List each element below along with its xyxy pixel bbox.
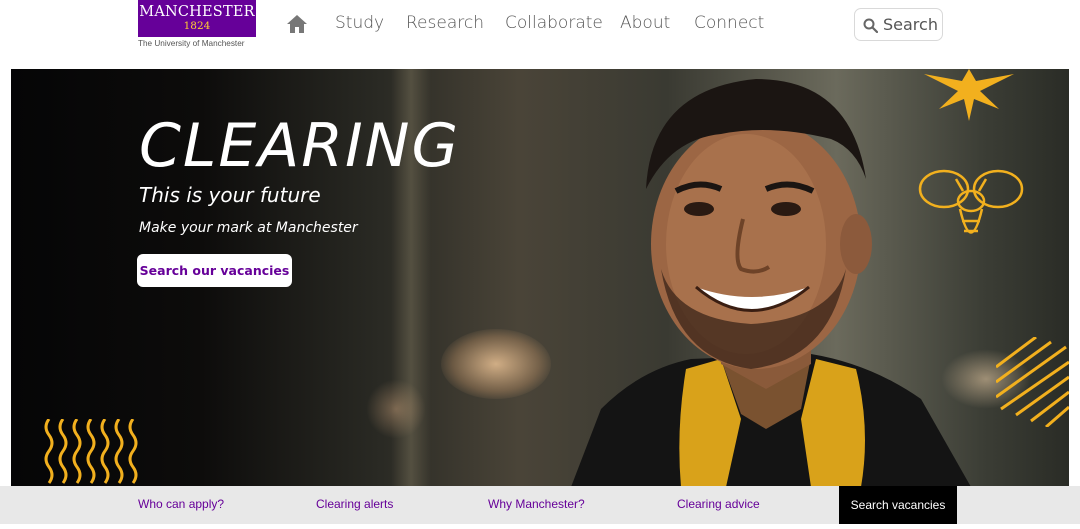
nav-study[interactable]: Study [335,13,384,33]
bee-icon [918,169,1024,234]
hero-tagline: Make your mark at Manchester [139,220,358,236]
subnav-why-manchester[interactable]: Why Manchester? [488,497,585,511]
nav-collaborate[interactable]: Collaborate [505,13,603,33]
logo-word: MANCHESTER [139,4,255,20]
subnav-who-can-apply[interactable]: Who can apply? [138,497,224,511]
clearing-subnav: Who can apply? Clearing alerts Why Manch… [0,486,1080,524]
university-logo[interactable]: MANCHESTER 1824 The University of Manche… [138,0,258,52]
background-light [366,379,426,439]
logo-subtitle: The University of Manchester [138,39,245,48]
nav-connect[interactable]: Connect [694,13,764,33]
search-label: Search [883,15,938,34]
nav-about[interactable]: About [620,13,670,33]
search-icon [863,18,878,33]
logo-wordmark: MANCHESTER 1824 [138,0,256,37]
hero-subtitle: This is your future [139,183,321,207]
nav-research[interactable]: Research [406,13,484,33]
subnav-search-vacancies[interactable]: Search vacancies [839,486,957,524]
hero-photo-student [571,79,971,487]
hero-banner: CLEARING This is your future Make your m… [11,69,1069,487]
star-decoration-icon [924,69,1014,121]
hero-title: CLEARING [139,111,461,181]
subnav-clearing-alerts[interactable]: Clearing alerts [316,497,393,511]
logo-year: 1824 [183,20,211,32]
subnav-clearing-advice[interactable]: Clearing advice [677,497,760,511]
site-header: MANCHESTER 1824 The University of Manche… [0,0,1080,68]
waves-decoration-icon [44,419,138,484]
search-button[interactable]: Search [854,8,943,41]
stripes-decoration-icon [996,337,1069,427]
search-vacancies-cta-button[interactable]: Search our vacancies [137,254,292,287]
home-icon[interactable] [286,14,308,34]
